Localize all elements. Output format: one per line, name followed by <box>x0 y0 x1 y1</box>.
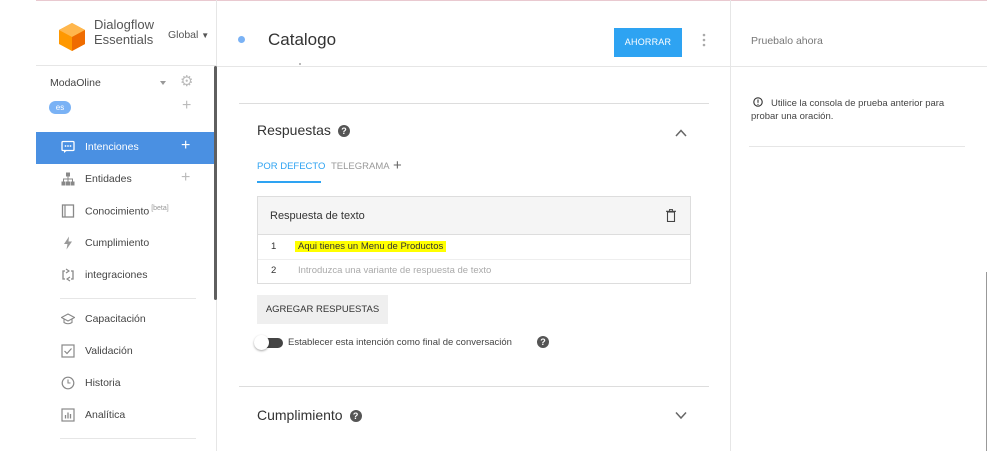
sidebar-item-text: Conocimiento <box>85 205 150 218</box>
gear-icon[interactable]: ⚙ <box>180 74 193 89</box>
help-icon[interactable]: ? <box>537 336 549 348</box>
entity-tree-icon <box>61 172 75 186</box>
sidebar-item-capacitacion[interactable]: Capacitación <box>36 304 216 336</box>
intent-header: Catalogo AHORRAR <box>217 1 731 67</box>
sidebar-item-label: Historia <box>85 377 121 389</box>
section-divider <box>239 103 709 104</box>
try-it-panel: Pruebalo ahora Utilice la consola de pru… <box>731 1 987 451</box>
sidebar-divider <box>60 438 196 439</box>
response-row-number: 1 <box>271 241 277 252</box>
sidebar-item-label: integraciones <box>85 269 148 281</box>
add-responses-button[interactable]: AGREGAR RESPUESTAS <box>257 295 388 324</box>
sidebar-item-label: Validación <box>85 345 133 357</box>
more-options-icon[interactable] <box>702 33 706 47</box>
sidebar-item-label: Analítica <box>85 409 126 421</box>
chat-icon <box>61 140 75 153</box>
sidebar-item-validacion[interactable]: Validación <box>36 336 216 368</box>
chevron-up-icon[interactable] <box>675 127 687 139</box>
sidebar-item-cumplimiento[interactable]: Cumplimiento <box>36 228 216 260</box>
sidebar-item-integraciones[interactable]: integraciones <box>36 260 216 292</box>
add-tab-icon[interactable]: + <box>393 157 402 174</box>
help-icon[interactable]: ? <box>349 410 362 423</box>
add-intent-icon[interactable]: + <box>181 138 190 154</box>
sidebar-item-conocimiento[interactable]: Conocimiento [beta] <box>36 196 216 228</box>
graduation-cap-icon <box>61 313 75 325</box>
save-button[interactable]: AHORRAR <box>614 28 682 57</box>
dialogflow-logo-icon <box>59 23 85 51</box>
chevron-down-icon[interactable] <box>675 409 687 421</box>
lightning-icon <box>64 236 72 250</box>
beta-badge: [beta] <box>151 205 169 212</box>
bar-chart-icon <box>61 408 75 422</box>
response-text[interactable]: Aqui tienes un Menu de Productos <box>295 241 447 252</box>
try-it-header: Pruebalo ahora <box>731 1 987 67</box>
active-tab-indicator <box>257 181 321 183</box>
intent-editor: Catalogo AHORRAR Respuestas? POR DEFECTO… <box>217 1 731 451</box>
region-label: Global <box>168 29 199 41</box>
chevron-down-icon[interactable] <box>160 81 166 85</box>
agent-selector: ModaOline ⚙ es + <box>36 73 216 133</box>
add-language-icon[interactable]: + <box>182 97 191 115</box>
checkbox-icon <box>61 344 75 358</box>
response-row-number: 2 <box>271 265 277 276</box>
brand-name-line2: Essentials <box>94 32 154 47</box>
fulfillment-title-text: Cumplimiento <box>257 407 343 423</box>
region-selector[interactable]: Global ▼ <box>168 29 209 41</box>
sidebar-divider <box>60 298 196 299</box>
language-badge[interactable]: es <box>49 101 71 114</box>
responses-title-text: Respuestas <box>257 122 331 138</box>
sidebar-item-label: Cumplimiento <box>85 237 150 249</box>
sidebar-item-label: Entidades <box>85 173 132 185</box>
try-it-divider <box>749 146 965 147</box>
text-response-header: Respuesta de texto <box>258 197 690 235</box>
sidebar-item-label: Conocimiento [beta] <box>85 205 169 218</box>
integrations-icon <box>62 268 74 282</box>
intent-title[interactable]: Catalogo <box>268 30 336 50</box>
sidebar-item-intenciones[interactable]: Intenciones + <box>36 132 216 164</box>
sidebar-item-entidades[interactable]: Entidades + <box>36 164 216 196</box>
sidebar-item-historia[interactable]: Historia <box>36 368 216 400</box>
fulfillment-section-title[interactable]: Cumplimiento? <box>257 407 362 423</box>
agent-name[interactable]: ModaOline <box>50 77 101 89</box>
tab-telegram[interactable]: TELEGRAMA <box>331 161 390 172</box>
chevron-down-icon: ▼ <box>201 31 210 40</box>
try-it-input[interactable]: Pruebalo ahora <box>751 35 823 47</box>
end-conversation-label: Establecer esta intención como final de … <box>288 337 512 348</box>
tab-default[interactable]: POR DEFECTO <box>257 161 325 172</box>
brand-name: Dialogflow Essentials <box>94 17 154 47</box>
brand-name-line1: Dialogflow <box>94 17 154 32</box>
help-icon[interactable]: ? <box>337 125 350 138</box>
trash-icon[interactable] <box>666 209 676 222</box>
sidebar-item-label: Capacitación <box>85 313 146 325</box>
response-row[interactable]: 2 Introduzca una variante de respuesta d… <box>258 260 690 283</box>
text-response-title: Respuesta de texto <box>270 210 365 222</box>
intent-status-dot <box>238 36 245 43</box>
sidebar-item-analitica[interactable]: Analítica <box>36 400 216 432</box>
knowledge-book-icon <box>61 204 75 218</box>
section-divider <box>239 386 709 387</box>
try-it-message: Utilice la consola de prueba anterior pa… <box>751 98 945 122</box>
toggle-knob[interactable] <box>254 335 269 350</box>
scroll-marker <box>299 63 301 65</box>
sidebar: Dialogflow Essentials Global ▼ ModaOline… <box>36 1 216 451</box>
response-input-placeholder[interactable]: Introduzca una variante de respuesta de … <box>298 265 491 276</box>
text-response-card: Respuesta de texto 1 Aqui tienes un Menu… <box>257 196 691 284</box>
sidebar-item-label: Intenciones <box>85 141 139 153</box>
clock-icon <box>61 376 75 390</box>
brand-header: Dialogflow Essentials Global ▼ <box>36 1 216 66</box>
response-row[interactable]: 1 Aqui tienes un Menu de Productos <box>258 236 690 259</box>
add-entity-icon[interactable]: + <box>181 170 190 186</box>
responses-section-title: Respuestas? <box>257 122 350 138</box>
